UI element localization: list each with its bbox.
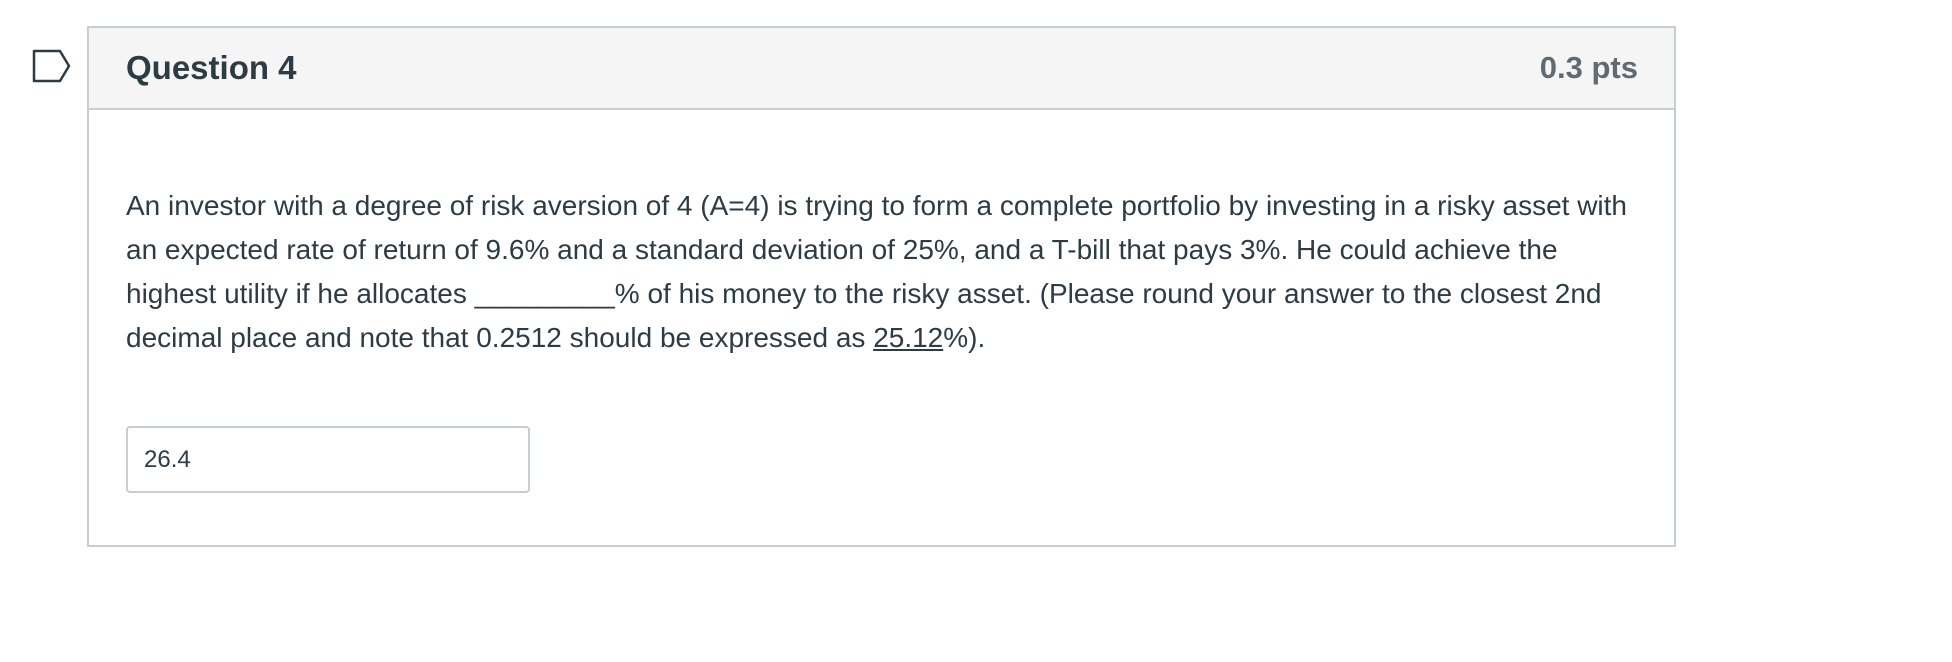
answer-input[interactable] (126, 426, 530, 493)
question-text-example: 25.12 (873, 322, 944, 353)
flag-question-icon[interactable] (32, 49, 72, 83)
question-points: 0.3 pts (1539, 50, 1638, 85)
question-header: Question 4 0.3 pts (89, 28, 1674, 110)
question-text-end: %). (943, 322, 986, 353)
question-card: Question 4 0.3 pts An investor with a de… (87, 26, 1676, 547)
question-text: An investor with a degree of risk aversi… (126, 184, 1636, 360)
question-title: Question 4 (126, 49, 297, 86)
